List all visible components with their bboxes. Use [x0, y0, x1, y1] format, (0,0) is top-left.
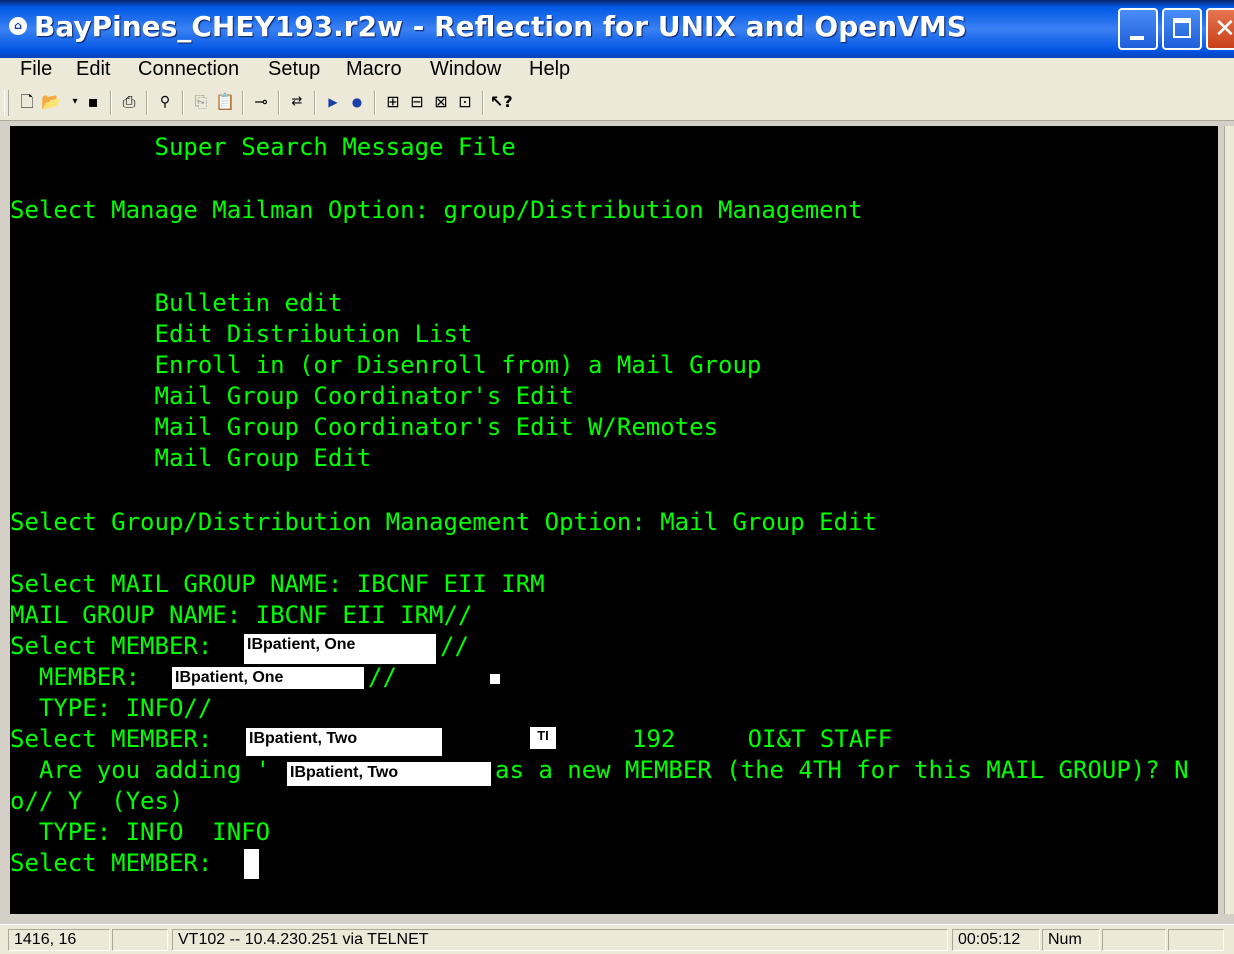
terminal-line: Enroll in (or Disenroll from) a Mail Gro… [10, 351, 762, 379]
redacted-member-name: IBpatient, One [172, 667, 364, 689]
save-icon[interactable]: ▪ [82, 91, 104, 113]
record-icon[interactable]: ● [346, 91, 368, 113]
terminal-text: // [368, 663, 397, 691]
terminal-line: Select MAIL GROUP NAME: IBCNF EII IRM [10, 570, 545, 598]
settings-icon[interactable]: ⊞ [382, 91, 404, 113]
toolbar: 🗋 📂 ▾ ▪ ⎙ ⚲ ⎘ 📋 ⊸ ⇄ ▶ ● ⊞ ⊟ ⊠ ⊡ ↖? [0, 86, 1234, 121]
toolbar-separator [314, 91, 316, 115]
paste-icon[interactable]: 📋 [214, 91, 236, 113]
disconnect-icon[interactable]: ⇄ [286, 91, 308, 113]
open-icon[interactable]: 📂 [40, 91, 62, 113]
reflection-app-icon[interactable]: ⌂ [9, 17, 27, 35]
terminal-line: Mail Group Coordinator's Edit [10, 382, 574, 410]
window-title: BayPines_CHEY193.r2w - Reflection for UN… [34, 10, 967, 43]
redacted-member-name: IBpatient, Two [246, 728, 442, 756]
toolbar-separator [110, 91, 112, 115]
terminal-text: as a new MEMBER (the 4TH for this MAIL G… [495, 756, 1189, 784]
help-pointer-icon[interactable]: ↖? [490, 91, 513, 113]
toolbar-separator [482, 91, 484, 115]
terminal-line: Mail Group Edit [10, 444, 372, 472]
terminal-line: TYPE: INFO INFO [10, 818, 271, 846]
terminal-line: Select MEMBER: [10, 849, 227, 877]
toolbar-separator [278, 91, 280, 115]
terminal-line: Mail Group Coordinator's Edit W/Remotes [10, 413, 719, 441]
num-lock-indicator: Num [1042, 929, 1100, 951]
menu-file[interactable]: File [20, 58, 52, 86]
menu-help[interactable]: Help [529, 58, 570, 86]
title-bar[interactable]: ⌂ BayPines_CHEY193.r2w - Reflection for … [0, 0, 1234, 58]
redacted-fragment: TI [530, 727, 556, 749]
maximize-icon [1173, 18, 1191, 38]
maximize-button[interactable] [1162, 8, 1202, 50]
terminal-text: 192 OI&T STAFF [632, 725, 893, 753]
terminal-line: Select MEMBER: [10, 725, 227, 753]
close-button[interactable]: ✕ [1206, 8, 1234, 50]
terminal-line: Edit Distribution List [10, 320, 473, 348]
terminal-line: MEMBER: [10, 663, 155, 691]
toolbar-separator [242, 91, 244, 115]
status-pane-empty [1168, 929, 1224, 951]
minimize-button[interactable] [1118, 8, 1158, 50]
terminal-line: MAIL GROUP NAME: IBCNF EII IRM// [10, 601, 473, 629]
copy-icon[interactable]: ⎘ [190, 91, 212, 113]
play-icon[interactable]: ▶ [322, 91, 344, 113]
menu-bar: File Edit Connection Setup Macro Window … [0, 58, 1234, 86]
terminal-line: Bulletin edit [10, 289, 343, 317]
display-icon[interactable]: ⊡ [454, 91, 476, 113]
menu-connection[interactable]: Connection [138, 58, 239, 86]
close-icon: ✕ [1214, 14, 1234, 44]
toolbar-separator [374, 91, 376, 115]
terminal-line: Are you adding ' [10, 756, 271, 784]
new-icon[interactable]: 🗋 [16, 91, 38, 113]
menu-window[interactable]: Window [430, 58, 501, 86]
terminal-line: Select Manage Mailman Option: group/Dist… [10, 196, 863, 224]
connection-status: VT102 -- 10.4.230.251 via TELNET [172, 929, 948, 951]
status-pane-empty [1102, 929, 1166, 951]
cursor-position: 1416, 16 [8, 929, 110, 951]
keyboard-icon[interactable]: ⊠ [430, 91, 452, 113]
transfer-icon[interactable]: ⊟ [406, 91, 428, 113]
screen-artifact [490, 674, 500, 684]
minimize-icon [1130, 36, 1144, 40]
terminal-text: // [440, 632, 469, 660]
terminal-line: Super Search Message File [10, 133, 516, 161]
status-bar: 1416, 16 VT102 -- 10.4.230.251 via TELNE… [0, 924, 1234, 954]
redacted-member-name: IBpatient, Two [287, 762, 491, 786]
menu-macro[interactable]: Macro [346, 58, 402, 86]
menu-edit[interactable]: Edit [76, 58, 110, 86]
terminal-line: Select Group/Distribution Management Opt… [10, 508, 877, 536]
status-pane-empty [112, 929, 168, 951]
find-icon[interactable]: ⚲ [154, 91, 176, 113]
redacted-member-name: IBpatient, One [244, 634, 436, 664]
print-icon[interactable]: ⎙ [118, 91, 140, 113]
terminal-line: Select MEMBER: [10, 632, 227, 660]
terminal-line: TYPE: INFO// [10, 694, 213, 722]
menu-setup[interactable]: Setup [268, 58, 320, 86]
toolbar-grip[interactable] [4, 90, 9, 116]
terminal-screen[interactable]: Super Search Message File Select Manage … [10, 126, 1218, 914]
toolbar-separator [182, 91, 184, 115]
vertical-scrollbar[interactable] [1224, 126, 1234, 914]
terminal-line: o// Y (Yes) [10, 787, 184, 815]
toolbar-separator [146, 91, 148, 115]
connect-icon[interactable]: ⊸ [250, 91, 272, 113]
session-timer: 00:05:12 [952, 929, 1040, 951]
text-cursor [244, 849, 259, 879]
